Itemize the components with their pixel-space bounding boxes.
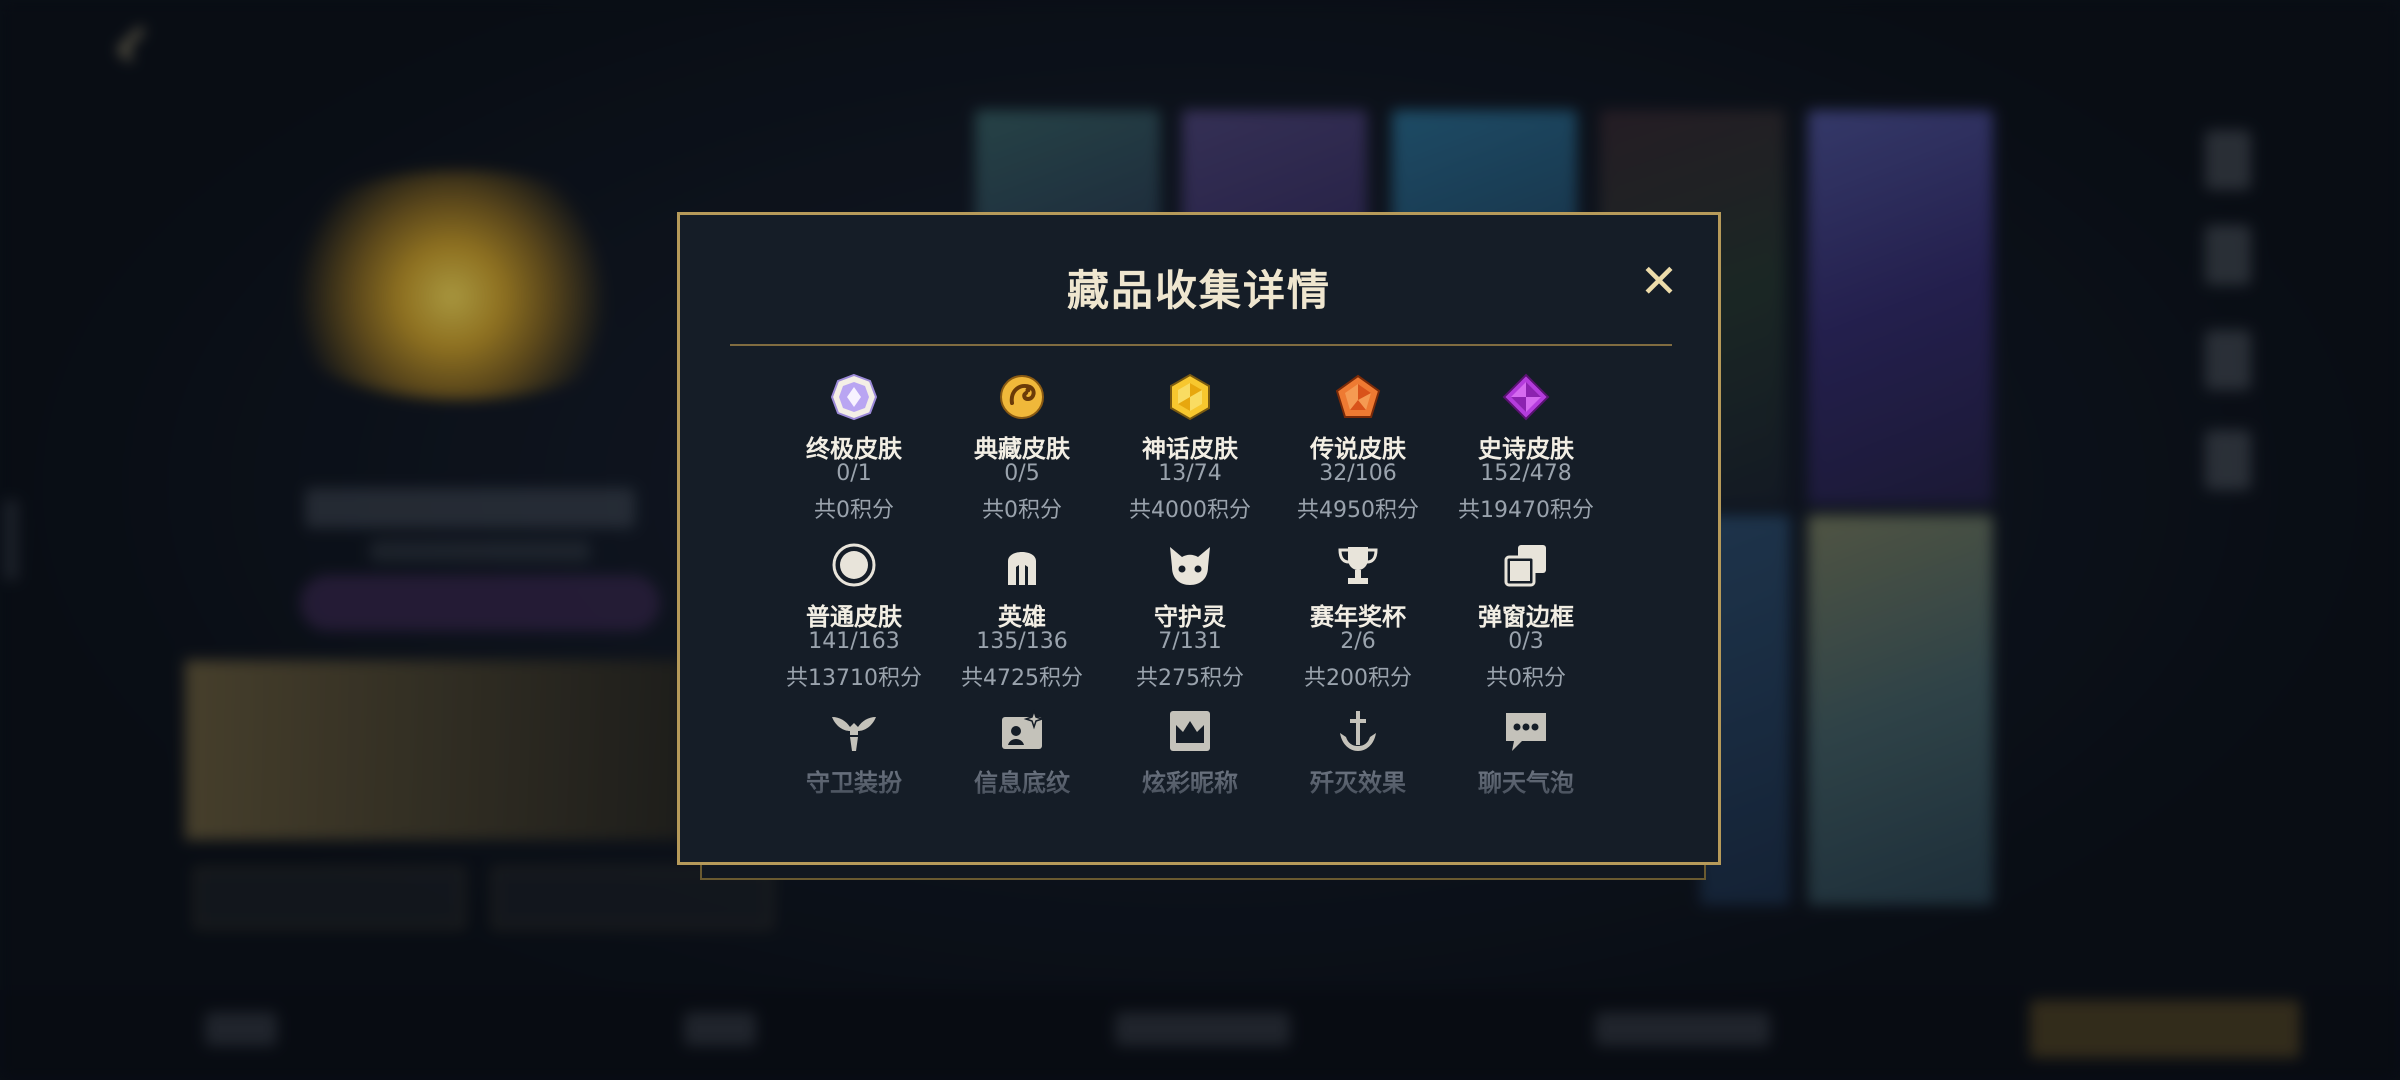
item-name: 守护灵 <box>1154 603 1226 631</box>
anchor-effect-icon <box>1340 711 1376 751</box>
collection-item-ward-skin[interactable]: 守卫装扮 <box>770 707 938 875</box>
item-count: 7/131 <box>1158 629 1222 654</box>
item-name: 典藏皮肤 <box>974 435 1070 463</box>
item-points: 共4725积分 <box>961 666 1083 691</box>
ultimate-skin-icon <box>830 373 878 421</box>
collection-item-collection-skin[interactable]: 典藏皮肤 0/5 共0积分 <box>938 373 1106 541</box>
collection-item-info-card[interactable]: 信息底纹 <box>938 707 1106 875</box>
item-points: 共4950积分 <box>1297 498 1419 523</box>
info-card-icon <box>1002 708 1045 749</box>
guardian-spirit-icon <box>1170 547 1210 585</box>
collection-item-epic-skin[interactable]: 史诗皮肤 152/478 共19470积分 <box>1442 373 1610 541</box>
item-name: 传说皮肤 <box>1310 435 1406 463</box>
popup-frame-icon <box>1504 545 1546 587</box>
item-name: 弹窗边框 <box>1478 603 1574 631</box>
item-points: 共200积分 <box>1304 666 1412 691</box>
collection-item-kill-effect[interactable]: 歼灭效果 <box>1274 707 1442 875</box>
ward-skin-icon <box>832 717 876 751</box>
close-button[interactable]: ✕ <box>1638 258 1680 304</box>
item-count: 32/106 <box>1319 461 1397 486</box>
item-count: 0/5 <box>1004 461 1040 486</box>
item-name: 信息底纹 <box>974 769 1070 797</box>
item-name: 终极皮肤 <box>806 435 902 463</box>
item-count: 13/74 <box>1158 461 1222 486</box>
legendary-skin-icon <box>1335 374 1381 418</box>
item-name: 赛年奖杯 <box>1310 603 1406 631</box>
item-name: 聊天气泡 <box>1478 769 1574 797</box>
modal-title: 藏品收集详情 <box>1066 266 1331 315</box>
hero-helmet-icon <box>1008 552 1036 585</box>
item-count: 0/1 <box>836 461 872 486</box>
item-points: 共0积分 <box>1486 666 1566 691</box>
item-name: 普通皮肤 <box>806 603 902 631</box>
item-count: 152/478 <box>1480 461 1572 486</box>
epic-skin-icon <box>1502 373 1550 421</box>
collection-item-hero[interactable]: 英雄 135/136 共4725积分 <box>938 541 1106 709</box>
collection-item-legendary-skin[interactable]: 传说皮肤 32/106 共4950积分 <box>1274 373 1442 541</box>
collection-item-mythic-skin[interactable]: 神话皮肤 13/74 共4000积分 <box>1106 373 1274 541</box>
normal-skin-icon <box>832 543 876 587</box>
item-name: 神话皮肤 <box>1142 435 1238 463</box>
item-count: 141/163 <box>808 629 900 654</box>
collection-item-normal-skin[interactable]: 普通皮肤 141/163 共13710积分 <box>770 541 938 709</box>
item-points: 共0积分 <box>814 498 894 523</box>
item-points: 共19470积分 <box>1458 498 1594 523</box>
collection-item-ultimate-skin[interactable]: 终极皮肤 0/1 共0积分 <box>770 373 938 541</box>
item-name: 歼灭效果 <box>1310 769 1406 797</box>
close-icon: ✕ <box>1639 254 1679 308</box>
item-points: 共0积分 <box>982 498 1062 523</box>
item-count: 2/6 <box>1340 629 1376 654</box>
chat-bubble-icon <box>1506 713 1546 751</box>
collection-item-guardian-spirit[interactable]: 守护灵 7/131 共275积分 <box>1106 541 1274 709</box>
item-name: 英雄 <box>998 603 1046 631</box>
collection-item-chat-bubble[interactable]: 聊天气泡 <box>1442 707 1610 875</box>
collection-item-season-trophy[interactable]: 赛年奖杯 2/6 共200积分 <box>1274 541 1442 709</box>
item-count: 135/136 <box>976 629 1068 654</box>
item-name: 史诗皮肤 <box>1478 435 1574 463</box>
item-points: 共13710积分 <box>786 666 922 691</box>
collection-skin-icon <box>1000 375 1044 419</box>
collection-details-modal: 藏品收集详情 ✕ 终极皮肤 0/1 共0积分 典藏皮肤 0/5 共0积分 神话皮… <box>677 212 1721 865</box>
trophy-icon <box>1338 547 1378 584</box>
title-divider <box>730 344 1672 346</box>
item-points: 共275积分 <box>1136 666 1244 691</box>
crown-nickname-icon <box>1170 711 1210 751</box>
collection-item-colorful-nickname[interactable]: 炫彩昵称 <box>1106 707 1274 875</box>
item-points: 共4000积分 <box>1129 498 1251 523</box>
mythic-skin-icon <box>1170 373 1210 421</box>
item-name: 炫彩昵称 <box>1142 769 1238 797</box>
item-count: 0/3 <box>1508 629 1544 654</box>
collection-item-popup-frame[interactable]: 弹窗边框 0/3 共0积分 <box>1442 541 1610 709</box>
item-name: 守卫装扮 <box>806 769 902 797</box>
